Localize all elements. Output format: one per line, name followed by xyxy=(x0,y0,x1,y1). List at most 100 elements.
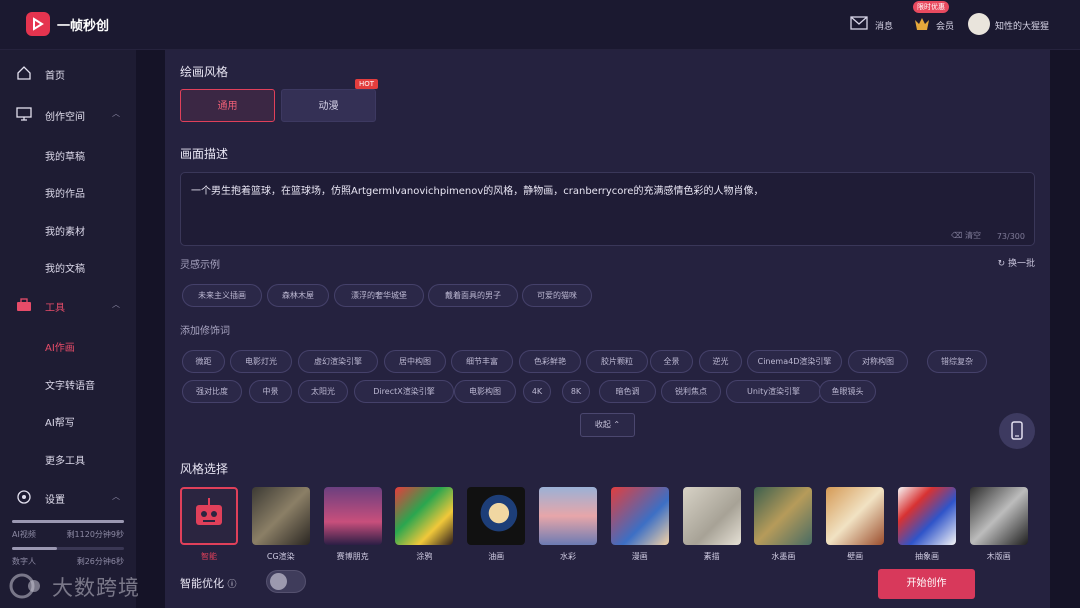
inspiration-chip[interactable]: 戴着面具的男子 xyxy=(428,284,518,307)
modifier-chip[interactable]: 8K xyxy=(562,380,590,403)
description-textarea[interactable]: 一个男生抱着篮球，在篮球场，仿照Artgermlvanovichpimenov的… xyxy=(180,172,1035,246)
usage-fill xyxy=(12,547,57,550)
sidebar-item-ai-painting[interactable]: AI作画 xyxy=(45,339,75,354)
sidebar-item-scripts[interactable]: 我的文稿 xyxy=(45,260,85,275)
usage-value: 剩26分钟6秒 xyxy=(76,557,124,566)
phone-preview-button[interactable] xyxy=(999,413,1035,449)
sidebar-label: 创作空间 xyxy=(45,112,85,123)
smart-opt-text: 智能优化 xyxy=(180,577,224,590)
tab-general[interactable]: 通用 xyxy=(180,89,275,122)
style-thumb[interactable] xyxy=(395,487,454,545)
modifier-chip[interactable]: 暗色调 xyxy=(599,380,656,403)
style-thumb-label: 油画 xyxy=(488,552,505,561)
style-thumb[interactable] xyxy=(826,487,885,545)
phone-icon xyxy=(1011,421,1023,440)
home-icon xyxy=(17,66,31,80)
info-icon[interactable]: ⓘ xyxy=(228,580,237,590)
start-create-button[interactable]: 开始创作 xyxy=(878,569,975,599)
crown-icon[interactable] xyxy=(913,16,931,32)
refresh-label: 换一批 xyxy=(1007,259,1035,269)
inspiration-chip[interactable]: 森林木屋 xyxy=(267,284,329,307)
style-thumb[interactable] xyxy=(323,487,382,545)
inspiration-chip[interactable]: 未来主义插画 xyxy=(182,284,262,307)
modifier-chip[interactable]: Cinema4D渲染引擎 xyxy=(747,350,842,373)
sidebar-item-materials[interactable]: 我的素材 xyxy=(45,223,85,238)
messages-label[interactable]: 消息 xyxy=(875,19,893,32)
modifier-chip[interactable]: 居中构图 xyxy=(384,350,446,373)
app-logo-icon[interactable] xyxy=(26,12,50,36)
modifier-chip[interactable]: 对称构图 xyxy=(848,350,908,373)
usage-ai-video: AI视频 剩1120分钟9秒 xyxy=(12,520,124,540)
inspiration-chip[interactable]: 漂浮的奢华城堡 xyxy=(334,284,424,307)
chevron-up-icon[interactable]: ︿ xyxy=(112,299,120,310)
modifier-chip[interactable]: 逆光 xyxy=(699,350,742,373)
watermark-logo-icon xyxy=(9,573,40,599)
smart-optimize-label: 智能优化 ⓘ xyxy=(180,575,237,591)
style-thumb[interactable] xyxy=(251,487,310,545)
modifier-chip[interactable]: 太阳光 xyxy=(298,380,348,403)
avatar[interactable] xyxy=(968,13,990,35)
collapse-button[interactable]: 收起 ⌃ xyxy=(580,413,635,437)
modifier-chip[interactable]: 错综复杂 xyxy=(927,350,987,373)
sidebar-item-works[interactable]: 我的作品 xyxy=(45,185,85,200)
modifier-chip[interactable]: 电影灯光 xyxy=(230,350,292,373)
promo-badge[interactable]: 限时优惠 xyxy=(913,1,949,13)
smart-optimize-toggle[interactable] xyxy=(266,570,306,593)
modifier-chip[interactable]: 中景 xyxy=(249,380,292,403)
style-thumb[interactable] xyxy=(539,487,597,545)
collapse-label: 收起 xyxy=(594,420,611,429)
style-thumb[interactable] xyxy=(898,487,956,545)
modifier-chip[interactable]: 4K xyxy=(523,380,551,403)
modifier-chip[interactable]: 锐利焦点 xyxy=(661,380,721,403)
sidebar-item-drafts[interactable]: 我的草稿 xyxy=(45,148,85,163)
sidebar-item-more-tools[interactable]: 更多工具 xyxy=(45,452,85,467)
style-thumb-label: 水墨画 xyxy=(771,552,796,561)
sidebar-label: 工具 xyxy=(45,303,65,314)
message-icon[interactable] xyxy=(850,16,868,30)
username[interactable]: 知性的大猩猩 xyxy=(995,19,1049,32)
modifier-chip[interactable]: 虚幻渲染引擎 xyxy=(298,350,378,373)
style-thumb-label: 壁画 xyxy=(847,552,864,561)
member-label[interactable]: 会员 xyxy=(936,19,954,32)
sidebar-item-workspace[interactable]: 创作空间 ︿ xyxy=(0,99,136,129)
style-thumb[interactable] xyxy=(180,487,238,545)
sidebar-item-tts[interactable]: 文字转语音 xyxy=(45,377,95,392)
style-thumb-label: 抽象画 xyxy=(915,552,939,561)
modifier-chip[interactable]: 全景 xyxy=(650,350,693,373)
modifier-chip[interactable]: 电影构图 xyxy=(454,380,516,403)
chevron-up-icon: ⌃ xyxy=(613,420,621,429)
main-panel: 绘画风格 通用 动漫 HOT 画面描述 一个男生抱着篮球，在篮球场，仿照Artg… xyxy=(165,50,1050,608)
usage-digital-human: 数字人 剩26分钟6秒 xyxy=(12,547,124,567)
modifier-chip[interactable]: 胶片颗粒 xyxy=(586,350,648,373)
char-counter: 73/300 xyxy=(996,232,1025,241)
clear-label: 清空 xyxy=(965,231,981,240)
sidebar-item-settings[interactable]: 设置 ︿ xyxy=(0,482,136,512)
style-thumb[interactable] xyxy=(682,487,741,545)
style-thumb[interactable] xyxy=(610,487,669,545)
refresh-button[interactable]: ↻ 换一批 xyxy=(998,256,1035,269)
modifier-chip[interactable]: 微距 xyxy=(182,350,225,373)
modifier-chip[interactable]: 色彩鲜艳 xyxy=(519,350,581,373)
modifier-chip[interactable]: Unity渲染引擎 xyxy=(726,380,821,403)
modifier-chip[interactable]: 强对比度 xyxy=(182,380,242,403)
inspiration-chip[interactable]: 可爱的猫咪 xyxy=(522,284,592,307)
sidebar-item-ai-write[interactable]: AI帮写 xyxy=(45,414,75,429)
app-name: 一帧秒创 xyxy=(57,19,110,34)
sidebar-item-tools[interactable]: 工具 ︿ xyxy=(0,290,136,320)
style-thumb-label: 涂鸦 xyxy=(416,552,433,561)
style-thumb[interactable] xyxy=(467,487,526,545)
chevron-up-icon[interactable]: ︿ xyxy=(112,491,120,502)
style-thumb[interactable] xyxy=(754,487,813,545)
modifier-chip[interactable]: 鱼眼镜头 xyxy=(819,380,876,403)
modifier-chip[interactable]: DirectX渲染引擎 xyxy=(354,380,454,403)
style-thumb[interactable] xyxy=(969,487,1028,545)
style-thumb-label: 水彩 xyxy=(560,552,576,561)
tab-anime[interactable]: 动漫 xyxy=(281,89,376,122)
sidebar-item-home[interactable]: 首页 xyxy=(0,58,136,88)
sidebar: 首页 创作空间 ︿ 我的草稿 我的作品 我的素材 我的文稿 工具 ︿ AI作画 … xyxy=(0,50,136,608)
chevron-up-icon[interactable]: ︿ xyxy=(112,108,120,119)
usage-value: 剩1120分钟9秒 xyxy=(66,530,124,539)
clear-button[interactable]: ⌫ 清空 xyxy=(951,230,981,241)
modifier-chip[interactable]: 细节丰富 xyxy=(451,350,513,373)
description-text[interactable]: 一个男生抱着篮球，在篮球场，仿照Artgermlvanovichpimenov的… xyxy=(191,182,763,197)
